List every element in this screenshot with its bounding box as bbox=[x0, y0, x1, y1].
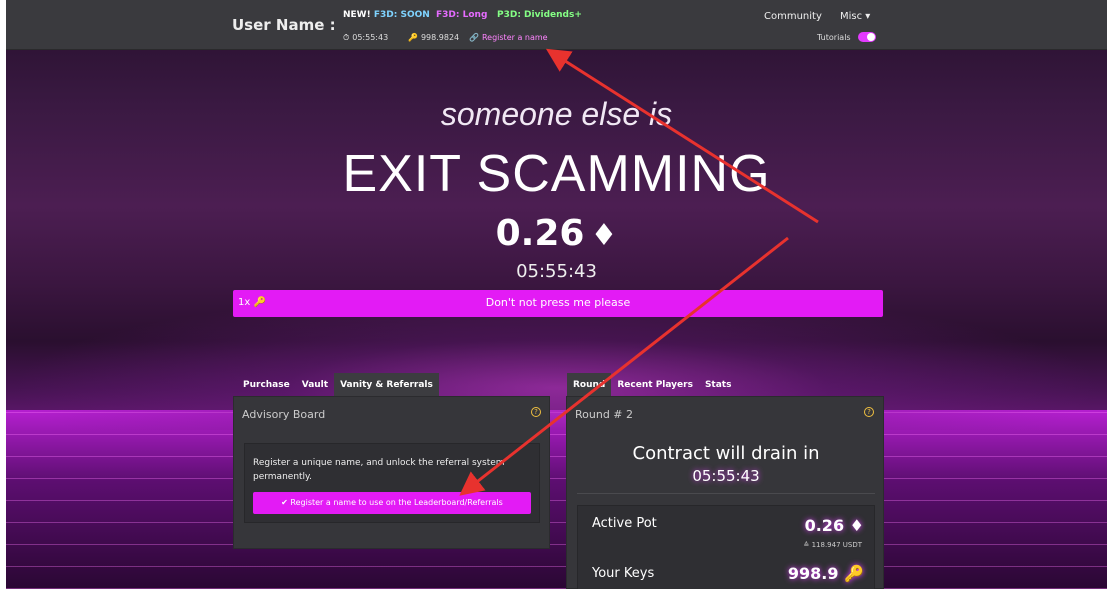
game-page: User Name : NEW! F3D: SOON F3D: Long P3D… bbox=[6, 0, 1107, 589]
arrow-to-register-button bbox=[459, 236, 789, 496]
annotation-arrows bbox=[459, 48, 819, 496]
arrow-to-header bbox=[545, 48, 819, 224]
